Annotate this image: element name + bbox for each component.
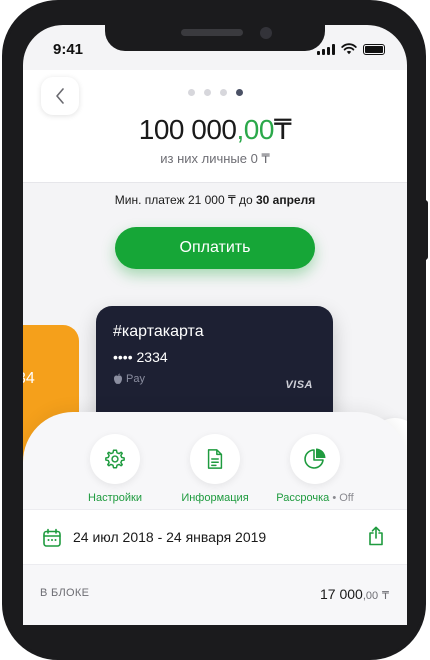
balance-integer: 100 000: [138, 114, 237, 145]
blocked-amount: 17 000,00 ₸: [320, 586, 389, 602]
divider: [23, 182, 407, 183]
status-icons: [317, 43, 385, 55]
page-indicator: [188, 89, 243, 96]
installment-status: • Off: [332, 492, 354, 504]
installment-label: Рассрочка • Off: [276, 492, 353, 504]
info-action[interactable]: Информация: [160, 434, 270, 504]
min-payment-text: Мин. платеж 21 000 ₸ до: [114, 193, 253, 207]
balance-amount: 100 000,00₸: [23, 113, 407, 146]
calendar-icon: [43, 528, 61, 547]
card-number: •••• 2334: [113, 349, 168, 365]
battery-icon: [363, 43, 385, 55]
page-dot[interactable]: [220, 89, 227, 96]
blocked-amount-integer: 17 000: [319, 586, 363, 602]
period-selector[interactable]: 24 июл 2018 - 24 января 2019: [23, 509, 407, 565]
signal-icon: [317, 43, 335, 55]
phone-notch: [105, 25, 325, 51]
speaker-grille: [181, 29, 243, 36]
settings-icon-button[interactable]: [90, 434, 140, 484]
gear-icon: [105, 449, 125, 469]
back-button[interactable]: [41, 77, 79, 115]
installment-label-text: Рассрочка: [276, 492, 330, 504]
chevron-left-icon: [56, 88, 64, 104]
apple-pay-badge: Pay: [113, 373, 145, 385]
card-name: #картакарта: [113, 323, 204, 340]
page-dot[interactable]: [204, 89, 211, 96]
installment-action[interactable]: Рассрочка • Off: [260, 434, 370, 504]
installment-icon-button[interactable]: [290, 434, 340, 484]
pie-chart-icon: [304, 448, 326, 469]
document-icon: [207, 449, 223, 469]
balance-currency: ₸: [273, 114, 292, 145]
page-dot-active[interactable]: [236, 89, 243, 96]
wifi-icon: [341, 43, 357, 55]
balance-decimals: ,00: [236, 114, 274, 145]
settings-action[interactable]: Настройки: [60, 434, 170, 504]
share-icon[interactable]: [368, 526, 384, 546]
settings-label: Настройки: [88, 492, 142, 504]
apple-icon: [114, 373, 122, 384]
balance-personal: из них личные 0 ₸: [160, 151, 270, 166]
status-time: 9:41: [53, 41, 84, 58]
phone-side-button: [424, 200, 428, 260]
pay-label: Pay: [126, 373, 145, 385]
period-text: 24 июл 2018 - 24 января 2019: [73, 529, 267, 545]
pay-button[interactable]: Оплатить: [115, 227, 315, 269]
front-camera: [260, 27, 272, 39]
visa-logo: VISA: [285, 379, 313, 391]
blocked-amount-decimals: ,00: [362, 590, 379, 602]
card-orange-number: 34: [23, 370, 35, 387]
blocked-amount-currency: ₸: [382, 590, 389, 602]
min-payment-info: Мин. платеж 21 000 ₸ до 30 апреля: [23, 193, 407, 207]
page-dot[interactable]: [188, 89, 195, 96]
app-screen: 9:41 100 000,00₸ из них личные 0 ₸ Мин. …: [23, 25, 407, 625]
blocked-amount-row: В БЛОКЕ 17 000,00 ₸: [23, 565, 407, 625]
info-icon-button[interactable]: [190, 434, 240, 484]
blocked-label: В БЛОКЕ: [40, 587, 90, 599]
min-payment-date: 30 апреля: [255, 193, 316, 207]
info-label: Информация: [181, 492, 249, 504]
